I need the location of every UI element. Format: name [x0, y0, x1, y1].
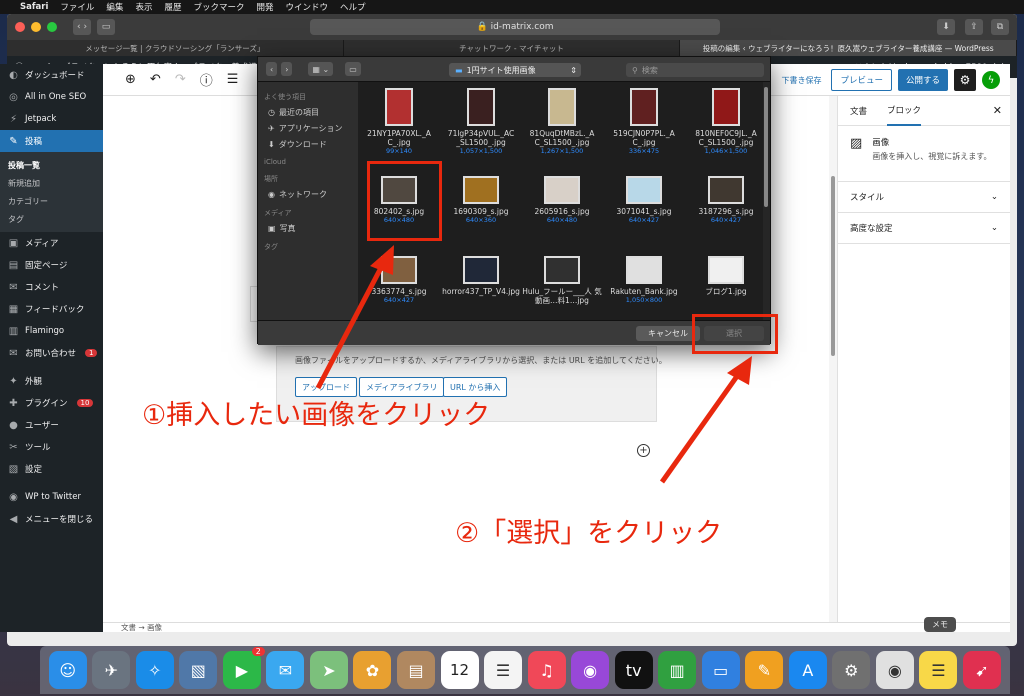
- system-preferences-icon[interactable]: ⚙: [832, 651, 871, 689]
- notes-icon[interactable]: ☰: [919, 651, 958, 689]
- safari-icon[interactable]: ✧: [135, 651, 174, 689]
- dock-glyph: ▥: [669, 660, 685, 680]
- calendar-icon[interactable]: 12: [440, 651, 479, 689]
- launchpad-icon[interactable]: ✈: [92, 651, 131, 689]
- photos-icon[interactable]: ✿: [353, 651, 392, 689]
- dock-glyph: ⚙: [844, 660, 859, 680]
- dock-glyph: ✈: [104, 660, 118, 680]
- podcasts-icon[interactable]: ◉: [571, 651, 610, 689]
- dock-glyph: ▭: [713, 660, 729, 680]
- numbers-icon[interactable]: ▥: [658, 651, 697, 689]
- maps-icon[interactable]: ➤: [309, 651, 348, 689]
- arrow-2-head: [727, 356, 752, 385]
- contacts-icon[interactable]: ▤: [397, 651, 436, 689]
- dock-glyph: ☰: [931, 660, 946, 680]
- dock-glyph: ▧: [190, 660, 206, 680]
- preview-icon[interactable]: ▧: [179, 651, 218, 689]
- dock-glyph: ▶: [235, 660, 249, 680]
- dock-glyph: ✉: [278, 660, 293, 680]
- dock-glyph: ♫: [539, 660, 554, 680]
- tv-icon[interactable]: tv: [614, 651, 653, 689]
- dock-tooltip: メモ: [924, 617, 956, 632]
- dock-glyph: 12: [450, 661, 470, 679]
- step-2-annotation: ②「選択」をクリック: [455, 518, 723, 549]
- chrome-icon[interactable]: ◉: [875, 651, 914, 689]
- dock-glyph: ◉: [887, 660, 902, 680]
- skitch-icon[interactable]: ➹: [962, 651, 1001, 689]
- dock-glyph: A: [802, 660, 814, 680]
- notification-badge: 2: [251, 647, 265, 656]
- music-icon[interactable]: ♫: [527, 651, 566, 689]
- dock-glyph: ✿: [365, 660, 380, 680]
- dock-glyph: ➹: [975, 660, 989, 680]
- step-1-annotation: ①挿入したい画像をクリック: [142, 400, 491, 431]
- dock-glyph: tv: [625, 660, 642, 680]
- facetime-icon[interactable]: ▶ 2: [222, 647, 265, 689]
- dock-glyph: ✧: [148, 660, 162, 680]
- keynote-icon[interactable]: ▭: [701, 651, 740, 689]
- dock-glyph: ◉: [583, 660, 598, 680]
- dock-glyph: ▤: [408, 660, 424, 680]
- dock-glyph: ✎: [757, 660, 771, 680]
- dock-glyph: ➤: [322, 660, 336, 680]
- finder-icon[interactable]: ☺: [48, 651, 87, 689]
- dock-glyph: ☺: [59, 660, 77, 680]
- pages-icon[interactable]: ✎: [745, 651, 784, 689]
- app-store-icon[interactable]: A: [788, 651, 827, 689]
- messages-icon[interactable]: ✉: [266, 651, 305, 689]
- arrow-2-line: [659, 370, 743, 484]
- arrow-1-head: [370, 245, 394, 275]
- macos-dock: ☺ ✈ ✧ ▧ ▶ 2 ✉ ➤ ✿ ▤ 12 ☰ ♫ ◉ tv ▥ ▭ ✎ A ⚙ ◉ ☰ ➹: [40, 646, 1010, 694]
- annotation-arrows: [315, 245, 752, 484]
- dock-glyph: ☰: [495, 660, 511, 680]
- reminders-icon[interactable]: ☰: [484, 651, 523, 689]
- arrow-1-line: [315, 260, 387, 390]
